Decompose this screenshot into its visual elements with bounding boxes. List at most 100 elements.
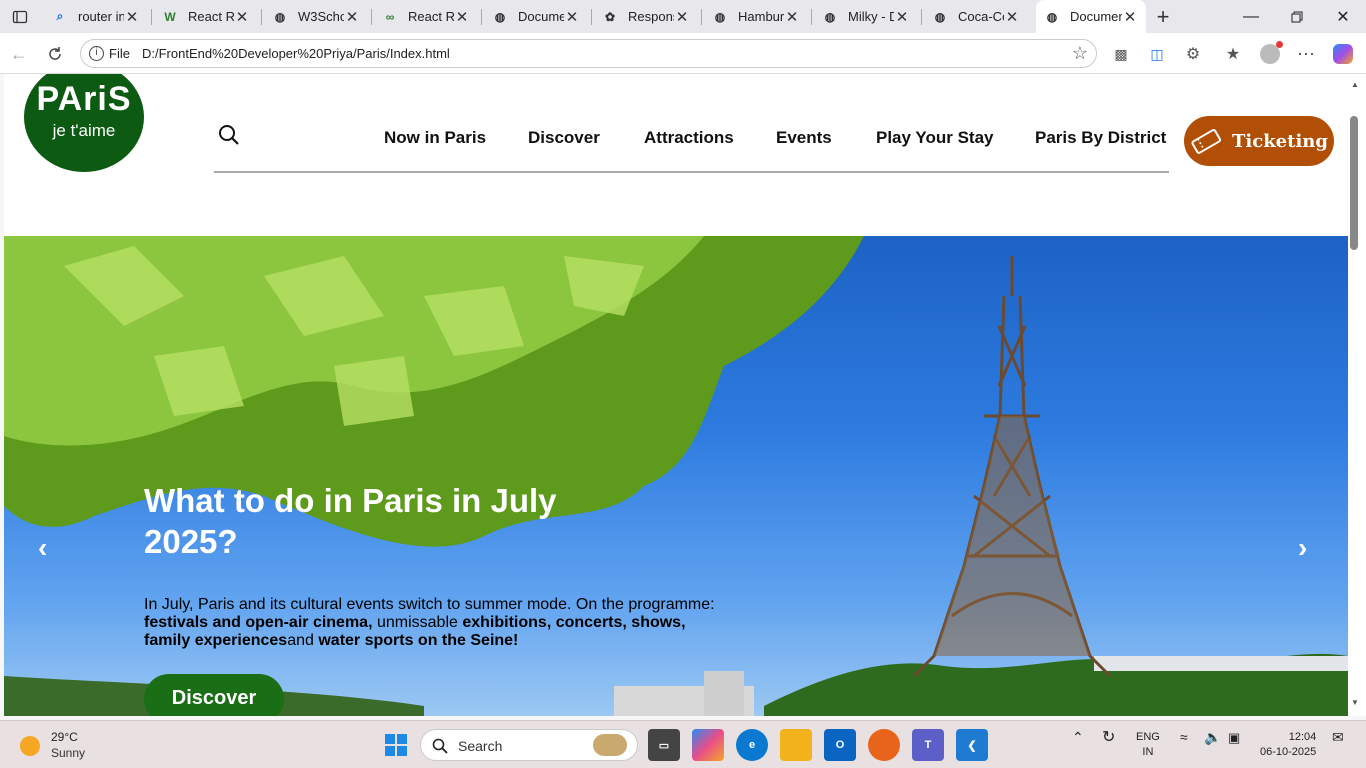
tab-title: Documer: [1070, 9, 1122, 24]
language-indicator[interactable]: ENG IN: [1136, 730, 1160, 760]
browser-tab[interactable]: ◍ Milky - D ✕: [814, 0, 918, 33]
page-scrollbar[interactable]: ▲ ▼: [1348, 74, 1366, 716]
volume-icon[interactable]: 🔈: [1204, 730, 1221, 745]
taskbar-search[interactable]: Search: [420, 729, 638, 761]
nav-now-in-paris[interactable]: Now in Paris: [384, 128, 486, 148]
tab-close-icon[interactable]: ✕: [1122, 8, 1138, 26]
copilot-app-icon[interactable]: [692, 729, 724, 761]
nav-attractions[interactable]: Attractions: [644, 128, 734, 148]
carousel-next-button[interactable]: ›: [1298, 532, 1307, 564]
hero-description: In July, Paris and its cultural events s…: [144, 596, 734, 650]
browser-tab[interactable]: ∞ React Ro✕: [374, 0, 478, 33]
tab-close-icon[interactable]: ✕: [674, 8, 690, 26]
tab-separator: [261, 9, 262, 25]
url-text[interactable]: D:/FrontEnd%20Developer%20Priya/Paris/In…: [142, 46, 450, 61]
chatgpt-icon: ✿: [604, 9, 616, 24]
tab-close-icon[interactable]: ✕: [234, 8, 250, 26]
new-tab-button[interactable]: +: [1152, 4, 1174, 29]
vscode-icon[interactable]: ❮: [956, 729, 988, 761]
logo-title: PAriS: [36, 80, 132, 118]
tab-title: W3Schoo: [298, 9, 344, 24]
outlook-icon[interactable]: O: [824, 729, 856, 761]
tab-close-icon[interactable]: ✕: [1004, 8, 1020, 26]
browser-tab[interactable]: ◍ Documer✕: [484, 0, 588, 33]
logo-tagline: je t'aime: [52, 121, 116, 140]
info-icon[interactable]: i: [89, 46, 104, 61]
gfg-icon: ∞: [385, 9, 395, 24]
browser-tab[interactable]: ⌕ router in ✕: [44, 0, 148, 33]
restore-button[interactable]: [1274, 0, 1320, 33]
file-explorer-icon[interactable]: [780, 729, 812, 761]
show-hidden-icons[interactable]: ⌃: [1072, 730, 1084, 745]
browser-tab[interactable]: W React Ro✕: [154, 0, 258, 33]
carousel-prev-button[interactable]: ‹: [38, 532, 47, 564]
teams-icon[interactable]: T: [912, 729, 944, 761]
ticketing-button[interactable]: Ticketing: [1184, 116, 1334, 166]
scheme-label: File: [109, 46, 130, 61]
nav-play-your-stay[interactable]: Play Your Stay: [876, 128, 993, 148]
tab-actions-icon[interactable]: [9, 6, 31, 28]
close-window-button[interactable]: ✕: [1320, 0, 1366, 33]
nav-paris-by-district[interactable]: Paris By District: [1035, 128, 1166, 148]
globe-icon: ◍: [494, 9, 506, 24]
puzzle-icon[interactable]: ⚙: [1180, 41, 1206, 67]
search-icon: ⌕: [56, 9, 64, 23]
search-highlight-image: [593, 734, 627, 756]
tab-separator: [481, 9, 482, 25]
notification-icon[interactable]: ✉: [1332, 730, 1344, 745]
browser-tab[interactable]: ◍ Hamburg✕: [704, 0, 808, 33]
clock[interactable]: 12:04 06-10-2025: [1260, 730, 1316, 760]
search-icon[interactable]: [218, 124, 240, 146]
tab-close-icon[interactable]: ✕: [344, 8, 360, 26]
nav-discover[interactable]: Discover: [528, 128, 600, 148]
paris-logo[interactable]: PAriS je t'aime: [24, 74, 144, 172]
tab-close-icon[interactable]: ✕: [564, 8, 580, 26]
windows-taskbar: 29°C Sunny Search ▭ e O T ❮ ⌃ ↻ ENG IN ≈…: [0, 720, 1366, 768]
tab-close-icon[interactable]: ✕: [784, 8, 800, 26]
nav-underline: [214, 171, 1169, 173]
browser-tab[interactable]: ◍ Coca-Col✕: [924, 0, 1028, 33]
tab-close-icon[interactable]: ✕: [124, 8, 140, 26]
tab-strip: ⌕router in✕WReact Ro✕◍W3Schoo✕∞React Ro✕…: [0, 0, 1366, 33]
copilot-icon[interactable]: [1330, 41, 1356, 67]
tab-close-icon[interactable]: ✕: [454, 8, 470, 26]
hero-text-mid-2: and: [287, 632, 319, 649]
ticket-icon: [1191, 129, 1222, 154]
favorites-icon[interactable]: ★: [1220, 41, 1246, 67]
task-view-icon[interactable]: ▭: [648, 729, 680, 761]
tab-separator: [151, 9, 152, 25]
start-button[interactable]: [380, 729, 412, 761]
hero-title: What to do in Paris in July 2025?: [144, 482, 557, 560]
edge-browser-icon[interactable]: e: [736, 729, 768, 761]
sync-icon[interactable]: ↻: [1102, 730, 1115, 746]
search-placeholder: Search: [458, 738, 503, 754]
hero-discover-button[interactable]: Discover: [144, 674, 284, 716]
split-screen-icon[interactable]: ◫: [1144, 41, 1170, 67]
tab-title: React Ro: [408, 9, 454, 24]
back-button[interactable]: ←: [6, 41, 32, 67]
wifi-icon[interactable]: ≈: [1180, 730, 1188, 745]
firefox-icon[interactable]: [868, 729, 900, 761]
hero-intro: In July, Paris and its cultural events s…: [144, 596, 715, 613]
refresh-button[interactable]: [42, 41, 68, 67]
more-menu-icon[interactable]: ⋯: [1293, 41, 1319, 67]
globe-icon: ◍: [824, 9, 836, 24]
nav-events[interactable]: Events: [776, 128, 832, 148]
tab-title: React Ro: [188, 9, 234, 24]
minimize-button[interactable]: —: [1228, 0, 1274, 33]
battery-icon[interactable]: ▣: [1228, 730, 1240, 745]
profile-avatar[interactable]: [1257, 41, 1283, 67]
globe-icon: ◍: [274, 9, 286, 24]
tab-separator: [371, 9, 372, 25]
browser-tab[interactable]: ◍ W3Schoo✕: [264, 0, 368, 33]
browser-tab[interactable]: ✿ Responsi✕: [594, 0, 698, 33]
weather-temp: 29°C: [51, 730, 78, 744]
browser-tab[interactable]: ◍ Documer✕: [1036, 0, 1146, 33]
scrollbar-thumb[interactable]: [1350, 116, 1358, 250]
ticketing-label: Ticketing: [1232, 130, 1328, 152]
favorite-star-icon[interactable]: ☆: [1072, 43, 1088, 64]
url-field[interactable]: i File D:/FrontEnd%20Developer%20Priya/P…: [80, 39, 1097, 68]
extension-icon[interactable]: ▩: [1108, 41, 1134, 67]
tab-close-icon[interactable]: ✕: [894, 8, 910, 26]
tab-title: Hamburg: [738, 9, 784, 24]
